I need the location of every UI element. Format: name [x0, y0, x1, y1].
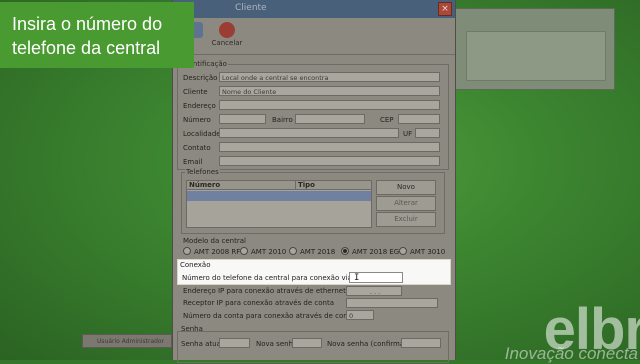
- edit-phone-button[interactable]: Alterar: [376, 196, 436, 211]
- model-option-amt2010[interactable]: AMT 2010: [240, 247, 286, 256]
- cancel-button[interactable]: Cancelar: [207, 20, 247, 52]
- description-label: Descrição: [183, 74, 218, 82]
- background-window: [455, 8, 615, 90]
- cancel-icon: [219, 22, 235, 38]
- client-field[interactable]: Nome do Cliente: [219, 86, 440, 96]
- email-label: Email: [183, 158, 203, 166]
- address-label: Endereço: [183, 102, 216, 110]
- receiver-label: Receptor IP para conexão através de cont…: [183, 299, 335, 307]
- model-option-amt3010[interactable]: AMT 3010: [399, 247, 445, 256]
- brand-tagline: Inovação conecta: [504, 344, 638, 363]
- status-bar: Usuário Administrador: [82, 334, 172, 348]
- new-password-field[interactable]: [292, 338, 322, 348]
- description-field[interactable]: Local onde a central se encontra: [219, 72, 440, 82]
- contact-field[interactable]: [219, 142, 440, 152]
- confirm-password-field[interactable]: [401, 338, 441, 348]
- client-label: Cliente: [183, 88, 208, 96]
- ip-label: Endereço IP para conexão através de ethe…: [183, 287, 346, 295]
- ip-field[interactable]: . . .: [346, 286, 402, 296]
- neighborhood-field[interactable]: [295, 114, 365, 124]
- banner-line-2: telefone da central: [12, 38, 161, 58]
- connection-title: Conexão: [180, 261, 211, 269]
- text-cursor-icon: I: [354, 273, 360, 283]
- delete-phone-button[interactable]: Excluir: [376, 212, 436, 227]
- address-field[interactable]: [219, 100, 440, 110]
- number-label: Número: [183, 116, 211, 124]
- model-title: Modelo da central: [183, 237, 246, 245]
- account-label: Número da conta para conexão através de …: [183, 312, 355, 320]
- phones-table[interactable]: Número Tipo: [186, 180, 372, 228]
- receiver-select[interactable]: [346, 298, 438, 308]
- connection-highlight: Conexão Número do telefone da central pa…: [177, 259, 451, 285]
- neighborhood-label: Bairro: [272, 116, 293, 124]
- city-field[interactable]: [219, 128, 399, 138]
- email-field[interactable]: [219, 156, 440, 166]
- window-title: Cliente: [235, 3, 267, 13]
- close-button[interactable]: ×: [438, 2, 452, 16]
- phone-number-field[interactable]: I: [349, 272, 403, 283]
- account-field[interactable]: 0: [346, 310, 374, 320]
- current-password-label: Senha atual: [181, 340, 223, 348]
- model-option-amt2008rf[interactable]: AMT 2008 RF: [183, 247, 240, 256]
- model-option-amt2018[interactable]: AMT 2018: [289, 247, 335, 256]
- column-header-type[interactable]: Tipo: [295, 181, 371, 190]
- phones-title: Telefones: [185, 168, 220, 176]
- contact-label: Contato: [183, 144, 211, 152]
- state-label: UF: [403, 130, 413, 138]
- table-row[interactable]: [187, 191, 371, 201]
- toolbar: Cancelar: [173, 18, 455, 55]
- column-header-number[interactable]: Número: [187, 181, 295, 190]
- city-label: Localidade: [183, 130, 221, 138]
- zip-label: CEP: [380, 116, 394, 124]
- current-password-field[interactable]: [219, 338, 250, 348]
- number-field[interactable]: [219, 114, 266, 124]
- new-phone-button[interactable]: Novo: [376, 180, 436, 195]
- state-select[interactable]: [415, 128, 440, 138]
- model-option-amt2018eg[interactable]: AMT 2018 EG: [341, 247, 399, 256]
- instruction-banner: Insira o número do telefone da central: [0, 2, 194, 68]
- zip-field[interactable]: [398, 114, 440, 124]
- banner-line-1: Insira o número do: [12, 14, 163, 34]
- title-bar: Cliente ×: [173, 0, 455, 18]
